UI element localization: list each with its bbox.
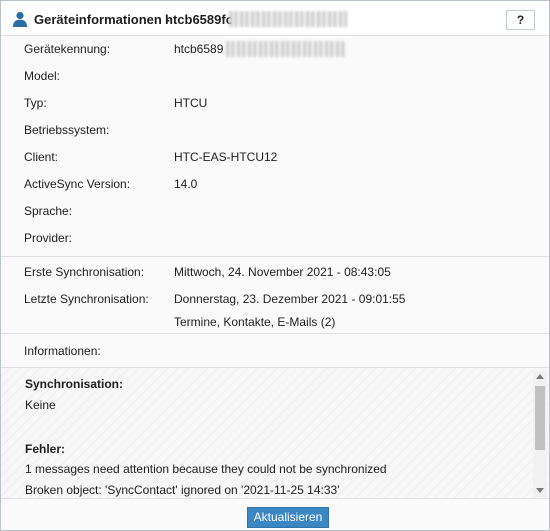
info-sync-value: Keine (25, 398, 56, 412)
dialog-title: Geräteinformationen - (34, 12, 170, 27)
info-error-line-1: 1 messages need attention because they c… (25, 462, 387, 476)
info-label-section: Informationen: (1, 334, 549, 368)
redacted-field-device-id (226, 41, 346, 57)
info-label: Informationen: (24, 344, 101, 358)
last-sync-detail: Termine, Kontakte, E-Mails (2) (174, 315, 336, 329)
field-label-model: Model: (24, 69, 61, 83)
info-error-heading: Fehler: (25, 442, 66, 456)
last-sync-label: Letzte Synchronisation: (24, 292, 149, 306)
device-info-dialog: Geräteinformationen - htcb6589fc ? Gerät… (0, 0, 550, 531)
field-label-language: Sprache: (24, 204, 73, 218)
field-label-os: Betriebssystem: (24, 123, 110, 137)
dialog-titlebar: Geräteinformationen - htcb6589fc ? (1, 1, 549, 36)
scroll-thumb[interactable] (535, 386, 545, 450)
info-scrollbar[interactable] (533, 371, 547, 497)
dialog-footer: Aktualisieren (1, 499, 549, 530)
field-label-device-id: Gerätekennung: (24, 42, 111, 56)
info-sync-heading: Synchronisation: (25, 377, 124, 391)
field-value-activesync: 14.0 (174, 177, 198, 191)
first-sync-value: Mittwoch, 24. November 2021 - 08:43:05 (174, 265, 391, 279)
info-text-box[interactable]: Synchronisation: Keine Fehler: 1 message… (1, 368, 549, 499)
scroll-down-arrow-icon[interactable] (536, 488, 544, 493)
field-value-type: HTCU (174, 96, 208, 110)
user-icon (13, 11, 27, 27)
field-label-client: Client: (24, 150, 59, 164)
field-value-client: HTC-EAS-HTCU12 (174, 150, 278, 164)
field-label-type: Typ: (24, 96, 47, 110)
help-button[interactable]: ? (506, 10, 535, 30)
field-label-provider: Provider: (24, 231, 73, 245)
field-value-device-id: htcb6589 (174, 42, 224, 56)
redacted-device-id (229, 11, 347, 27)
dialog-device-id: htcb6589fc (165, 12, 233, 27)
first-sync-label: Erste Synchronisation: (24, 265, 145, 279)
sync-section: Erste Synchronisation: Mittwoch, 24. Nov… (1, 257, 549, 334)
info-error-line-2: Broken object: 'SyncContact' ignored on … (25, 483, 340, 497)
refresh-button[interactable]: Aktualisieren (247, 507, 329, 528)
field-label-activesync: ActiveSync Version: (24, 177, 131, 191)
scroll-up-arrow-icon[interactable] (536, 374, 544, 379)
last-sync-value: Donnerstag, 23. Dezember 2021 - 09:01:55 (174, 292, 406, 306)
device-fields-section: Gerätekennung: htcb6589 Model: Typ: HTCU… (1, 36, 549, 257)
